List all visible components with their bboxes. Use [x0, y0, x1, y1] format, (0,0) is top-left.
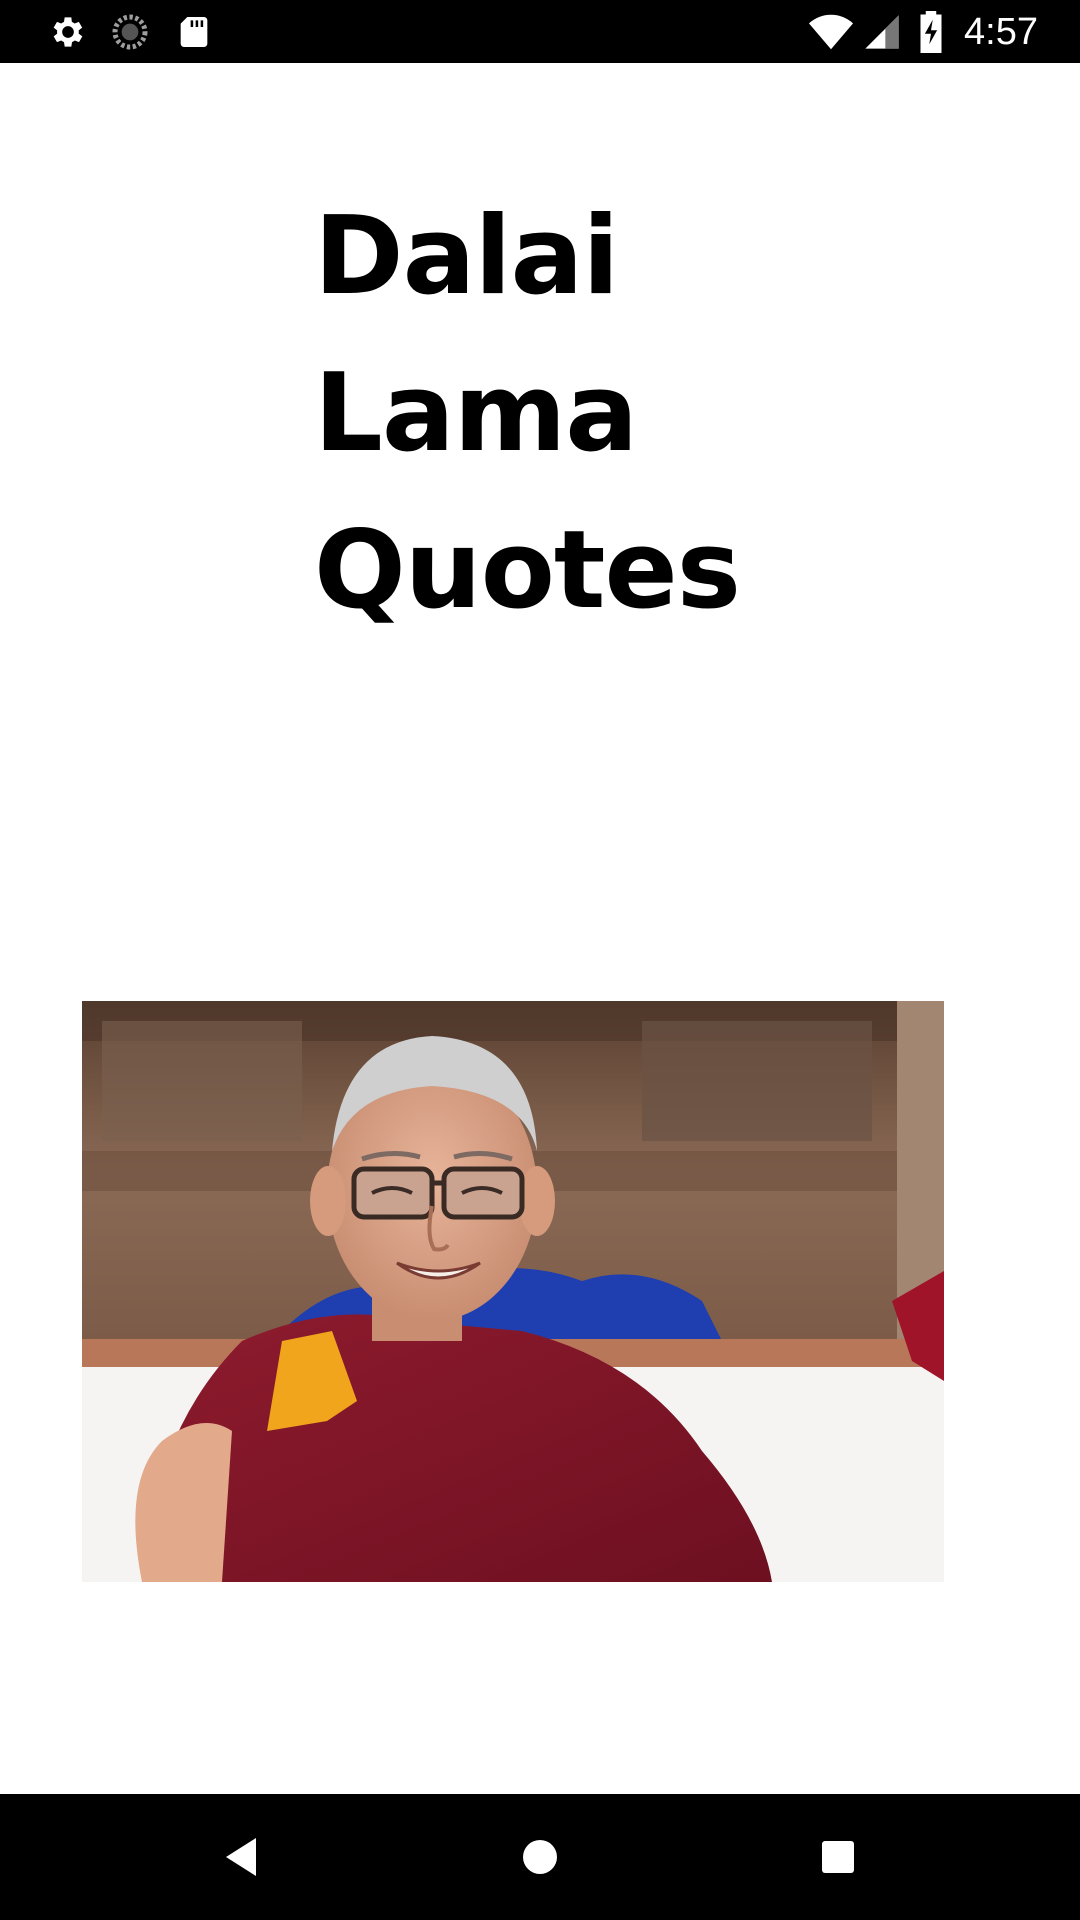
sync-icon	[112, 14, 148, 50]
back-icon	[226, 1838, 256, 1876]
wifi-icon	[808, 14, 854, 50]
recents-button[interactable]	[803, 1822, 873, 1892]
navigation-bar	[0, 1794, 1080, 1920]
title-line-2: Lama	[314, 351, 638, 476]
battery-charging-icon	[920, 11, 942, 53]
title-line-1: Dalai	[314, 194, 619, 319]
status-time: 4:57	[964, 11, 1038, 53]
gear-icon	[53, 17, 83, 47]
home-icon	[523, 1840, 557, 1874]
recents-icon	[822, 1841, 854, 1873]
title-line-3: Quotes	[314, 508, 741, 633]
app-title: Dalai Lama Quotes	[314, 178, 834, 649]
back-button[interactable]	[206, 1822, 276, 1892]
app-screen: 4:57 Dalai Lama Quotes	[0, 0, 1080, 1920]
cell-signal-icon	[865, 15, 899, 49]
status-bar: 4:57	[0, 0, 1080, 63]
home-button[interactable]	[505, 1822, 575, 1892]
portrait-photo	[82, 1001, 944, 1582]
sd-card-icon	[180, 17, 208, 47]
